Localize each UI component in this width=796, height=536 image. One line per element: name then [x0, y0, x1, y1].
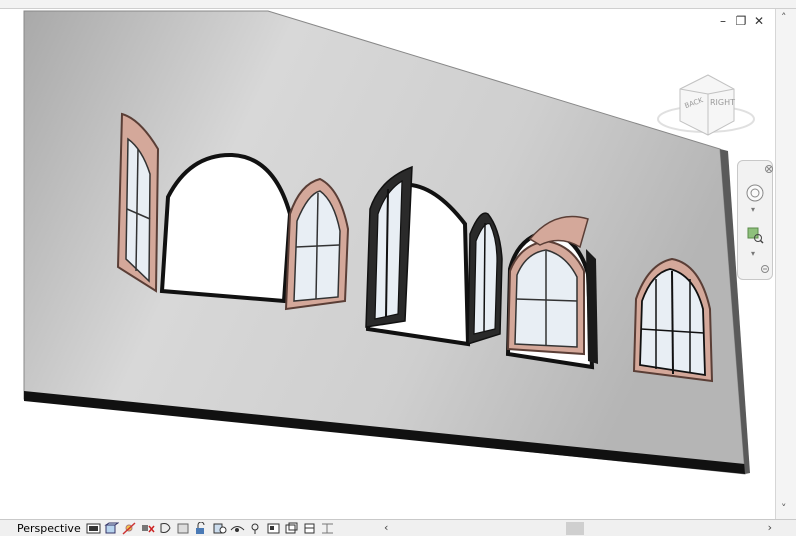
- steering-wheel-icon[interactable]: [745, 183, 765, 203]
- zoom-dropdown-icon[interactable]: ▾: [751, 249, 755, 258]
- horizontal-scroll-thumb[interactable]: [566, 522, 584, 535]
- model-canvas[interactable]: BACK RIGHT: [0, 9, 776, 518]
- worksharing-icon[interactable]: [248, 522, 263, 535]
- navbar-options-icon[interactable]: [761, 265, 769, 273]
- steering-wheel-dropdown-icon[interactable]: ▾: [751, 205, 755, 214]
- horizontal-scrollbar[interactable]: ‹ ›: [380, 521, 776, 535]
- scroll-down-icon[interactable]: ˅: [781, 502, 787, 515]
- view-top-border: [0, 0, 796, 9]
- viewcube-right-label: RIGHT: [710, 98, 735, 107]
- navbar-close-icon[interactable]: [765, 165, 773, 173]
- highlight-displacement-icon[interactable]: [284, 522, 299, 535]
- show-crop-icon[interactable]: [176, 522, 191, 535]
- zoom-icon[interactable]: [745, 225, 765, 245]
- render-icon[interactable]: [320, 522, 335, 535]
- view-mode-label: Perspective: [17, 522, 81, 535]
- sun-path-icon[interactable]: [122, 522, 137, 535]
- crop-view-icon[interactable]: [158, 522, 173, 535]
- scroll-left-icon[interactable]: ‹: [384, 521, 388, 534]
- reveal-hidden-icon[interactable]: [230, 522, 245, 535]
- view-cube[interactable]: BACK RIGHT: [657, 74, 755, 136]
- temporary-hide-icon[interactable]: [212, 522, 227, 535]
- unlock-view-icon[interactable]: [194, 522, 209, 535]
- revit-3d-view[interactable]: BACK RIGHT – ❐ ✕ ▾ ▾ ˄ ˅ Perspective ‹ ›: [0, 0, 796, 536]
- minimize-button[interactable]: –: [716, 14, 730, 28]
- shadows-icon[interactable]: [140, 522, 155, 535]
- detail-level-icon[interactable]: [104, 522, 119, 535]
- vertical-scrollbar[interactable]: ˄ ˅: [775, 9, 796, 519]
- reveal-constraints-icon[interactable]: [302, 522, 317, 535]
- restore-button[interactable]: ❐: [734, 14, 748, 28]
- view-window-controls: – ❐ ✕: [716, 14, 766, 28]
- visual-style-icon[interactable]: [86, 522, 101, 535]
- analytical-model-icon[interactable]: [266, 522, 281, 535]
- view-control-tools: [86, 522, 335, 535]
- scroll-up-icon[interactable]: ˄: [781, 11, 787, 24]
- close-button[interactable]: ✕: [752, 14, 766, 28]
- navigation-bar: ▾ ▾: [737, 160, 773, 280]
- scroll-right-icon[interactable]: ›: [768, 521, 772, 534]
